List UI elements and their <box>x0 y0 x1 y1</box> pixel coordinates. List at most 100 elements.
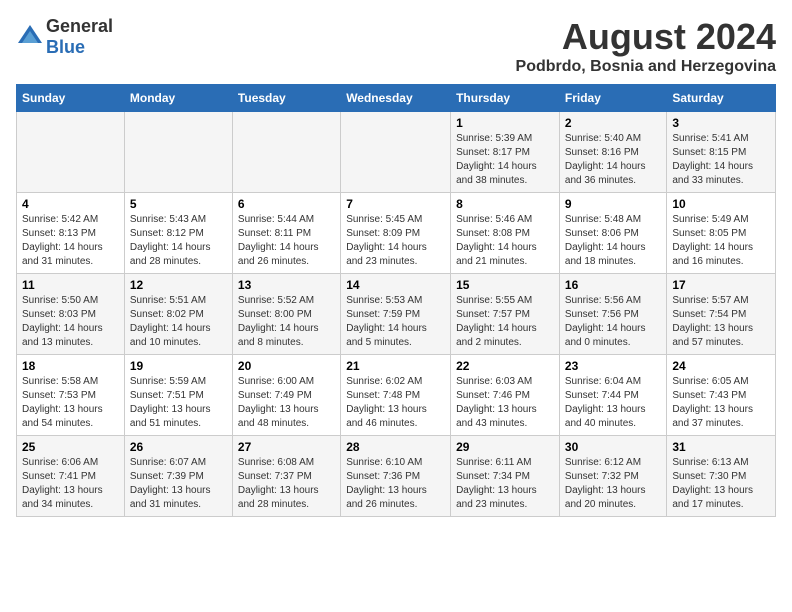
cell-content: Sunrise: 5:44 AM Sunset: 8:11 PM Dayligh… <box>238 213 335 269</box>
day-number: 1 <box>456 116 554 130</box>
day-number: 3 <box>672 116 770 130</box>
calendar-cell: 12 Sunrise: 5:51 AM Sunset: 8:02 PM Dayli… <box>124 274 232 355</box>
calendar-cell: 19Sunrise: 5:59 AM Sunset: 7:51 PM Dayli… <box>124 355 232 436</box>
calendar-cell: 20 Sunrise: 6:00 AM Sunset: 7:49 PM Dayli… <box>232 355 340 436</box>
calendar-cell: 11 Sunrise: 5:50 AM Sunset: 8:03 PM Dayli… <box>17 274 125 355</box>
calendar-cell: 8Sunrise: 5:46 AM Sunset: 8:08 PM Daylig… <box>451 193 560 274</box>
calendar-cell: 3 Sunrise: 5:41 AM Sunset: 8:15 PM Daylig… <box>667 112 776 193</box>
cell-content: Sunrise: 5:52 AM Sunset: 8:00 PM Dayligh… <box>238 294 335 350</box>
cell-content: Sunrise: 5:50 AM Sunset: 8:03 PM Dayligh… <box>22 294 119 350</box>
day-number: 11 <box>22 278 119 292</box>
calendar-cell: 21 Sunrise: 6:02 AM Sunset: 7:48 PM Dayli… <box>341 355 451 436</box>
logo-general: General <box>46 16 113 36</box>
day-number: 13 <box>238 278 335 292</box>
calendar-table: SundayMondayTuesdayWednesdayThursdayFrid… <box>16 84 776 517</box>
calendar-cell: 5Sunrise: 5:43 AM Sunset: 8:12 PM Daylig… <box>124 193 232 274</box>
cell-content: Sunrise: 6:05 AM Sunset: 7:43 PM Dayligh… <box>672 375 770 431</box>
day-of-week-header: Tuesday <box>232 85 340 112</box>
day-number: 19 <box>130 359 227 373</box>
day-number: 24 <box>672 359 770 373</box>
day-number: 12 <box>130 278 227 292</box>
day-number: 30 <box>565 440 661 454</box>
day-number: 6 <box>238 197 335 211</box>
calendar-cell <box>17 112 125 193</box>
cell-content: Sunrise: 6:10 AM Sunset: 7:36 PM Dayligh… <box>346 456 445 512</box>
day-number: 2 <box>565 116 661 130</box>
day-number: 20 <box>238 359 335 373</box>
cell-content: Sunrise: 6:04 AM Sunset: 7:44 PM Dayligh… <box>565 375 661 431</box>
calendar-cell: 31Sunrise: 6:13 AM Sunset: 7:30 PM Dayli… <box>667 436 776 517</box>
day-of-week-header: Wednesday <box>341 85 451 112</box>
cell-content: Sunrise: 6:12 AM Sunset: 7:32 PM Dayligh… <box>565 456 661 512</box>
calendar-cell: 22 Sunrise: 6:03 AM Sunset: 7:46 PM Dayli… <box>451 355 560 436</box>
cell-content: Sunrise: 6:08 AM Sunset: 7:37 PM Dayligh… <box>238 456 335 512</box>
day-of-week-header: Thursday <box>451 85 560 112</box>
day-number: 7 <box>346 197 445 211</box>
cell-content: Sunrise: 5:55 AM Sunset: 7:57 PM Dayligh… <box>456 294 554 350</box>
month-year: August 2024 <box>516 16 776 58</box>
calendar-cell: 16 Sunrise: 5:56 AM Sunset: 7:56 PM Dayli… <box>559 274 666 355</box>
calendar-cell: 13 Sunrise: 5:52 AM Sunset: 8:00 PM Dayli… <box>232 274 340 355</box>
day-number: 9 <box>565 197 661 211</box>
calendar-cell: 6 Sunrise: 5:44 AM Sunset: 8:11 PM Daylig… <box>232 193 340 274</box>
day-number: 17 <box>672 278 770 292</box>
cell-content: Sunrise: 5:49 AM Sunset: 8:05 PM Dayligh… <box>672 213 770 269</box>
cell-content: Sunrise: 5:56 AM Sunset: 7:56 PM Dayligh… <box>565 294 661 350</box>
calendar-cell: 4 Sunrise: 5:42 AM Sunset: 8:13 PM Daylig… <box>17 193 125 274</box>
day-of-week-header: Friday <box>559 85 666 112</box>
calendar-cell: 7Sunrise: 5:45 AM Sunset: 8:09 PM Daylig… <box>341 193 451 274</box>
calendar-cell: 30 Sunrise: 6:12 AM Sunset: 7:32 PM Dayli… <box>559 436 666 517</box>
title-block: August 2024 Podbrdo, Bosnia and Herzegov… <box>516 16 776 76</box>
day-number: 29 <box>456 440 554 454</box>
header-row: SundayMondayTuesdayWednesdayThursdayFrid… <box>17 85 776 112</box>
cell-content: Sunrise: 5:46 AM Sunset: 8:08 PM Dayligh… <box>456 213 554 269</box>
day-number: 14 <box>346 278 445 292</box>
logo-icon <box>16 23 44 51</box>
cell-content: Sunrise: 5:42 AM Sunset: 8:13 PM Dayligh… <box>22 213 119 269</box>
day-number: 10 <box>672 197 770 211</box>
day-number: 15 <box>456 278 554 292</box>
calendar-week-row: 11 Sunrise: 5:50 AM Sunset: 8:03 PM Dayli… <box>17 274 776 355</box>
header: General Blue August 2024 Podbrdo, Bosnia… <box>16 16 776 76</box>
calendar-cell: 28 Sunrise: 6:10 AM Sunset: 7:36 PM Dayli… <box>341 436 451 517</box>
cell-content: Sunrise: 6:02 AM Sunset: 7:48 PM Dayligh… <box>346 375 445 431</box>
day-number: 25 <box>22 440 119 454</box>
calendar-cell: 29Sunrise: 6:11 AM Sunset: 7:34 PM Dayli… <box>451 436 560 517</box>
logo: General Blue <box>16 16 113 58</box>
calendar-cell: 23 Sunrise: 6:04 AM Sunset: 7:44 PM Dayli… <box>559 355 666 436</box>
day-number: 28 <box>346 440 445 454</box>
cell-content: Sunrise: 6:07 AM Sunset: 7:39 PM Dayligh… <box>130 456 227 512</box>
calendar-cell: 1Sunrise: 5:39 AM Sunset: 8:17 PM Daylig… <box>451 112 560 193</box>
day-number: 4 <box>22 197 119 211</box>
cell-content: Sunrise: 5:51 AM Sunset: 8:02 PM Dayligh… <box>130 294 227 350</box>
calendar-cell: 15 Sunrise: 5:55 AM Sunset: 7:57 PM Dayli… <box>451 274 560 355</box>
day-number: 16 <box>565 278 661 292</box>
cell-content: Sunrise: 6:03 AM Sunset: 7:46 PM Dayligh… <box>456 375 554 431</box>
day-of-week-header: Saturday <box>667 85 776 112</box>
calendar-cell: 10 Sunrise: 5:49 AM Sunset: 8:05 PM Dayli… <box>667 193 776 274</box>
calendar-cell: 27 Sunrise: 6:08 AM Sunset: 7:37 PM Dayli… <box>232 436 340 517</box>
day-number: 5 <box>130 197 227 211</box>
calendar-cell: 25 Sunrise: 6:06 AM Sunset: 7:41 PM Dayli… <box>17 436 125 517</box>
day-number: 22 <box>456 359 554 373</box>
calendar-cell: 9 Sunrise: 5:48 AM Sunset: 8:06 PM Daylig… <box>559 193 666 274</box>
cell-content: Sunrise: 5:41 AM Sunset: 8:15 PM Dayligh… <box>672 132 770 188</box>
day-number: 27 <box>238 440 335 454</box>
calendar-cell: 17Sunrise: 5:57 AM Sunset: 7:54 PM Dayli… <box>667 274 776 355</box>
logo-blue: Blue <box>46 37 85 57</box>
cell-content: Sunrise: 5:40 AM Sunset: 8:16 PM Dayligh… <box>565 132 661 188</box>
cell-content: Sunrise: 5:48 AM Sunset: 8:06 PM Dayligh… <box>565 213 661 269</box>
day-number: 23 <box>565 359 661 373</box>
day-number: 26 <box>130 440 227 454</box>
cell-content: Sunrise: 6:00 AM Sunset: 7:49 PM Dayligh… <box>238 375 335 431</box>
calendar-cell: 18Sunrise: 5:58 AM Sunset: 7:53 PM Dayli… <box>17 355 125 436</box>
calendar-week-row: 1Sunrise: 5:39 AM Sunset: 8:17 PM Daylig… <box>17 112 776 193</box>
day-of-week-header: Sunday <box>17 85 125 112</box>
cell-content: Sunrise: 6:06 AM Sunset: 7:41 PM Dayligh… <box>22 456 119 512</box>
cell-content: Sunrise: 5:53 AM Sunset: 7:59 PM Dayligh… <box>346 294 445 350</box>
cell-content: Sunrise: 6:13 AM Sunset: 7:30 PM Dayligh… <box>672 456 770 512</box>
calendar-cell: 14 Sunrise: 5:53 AM Sunset: 7:59 PM Dayli… <box>341 274 451 355</box>
day-number: 21 <box>346 359 445 373</box>
calendar-cell <box>232 112 340 193</box>
day-number: 18 <box>22 359 119 373</box>
